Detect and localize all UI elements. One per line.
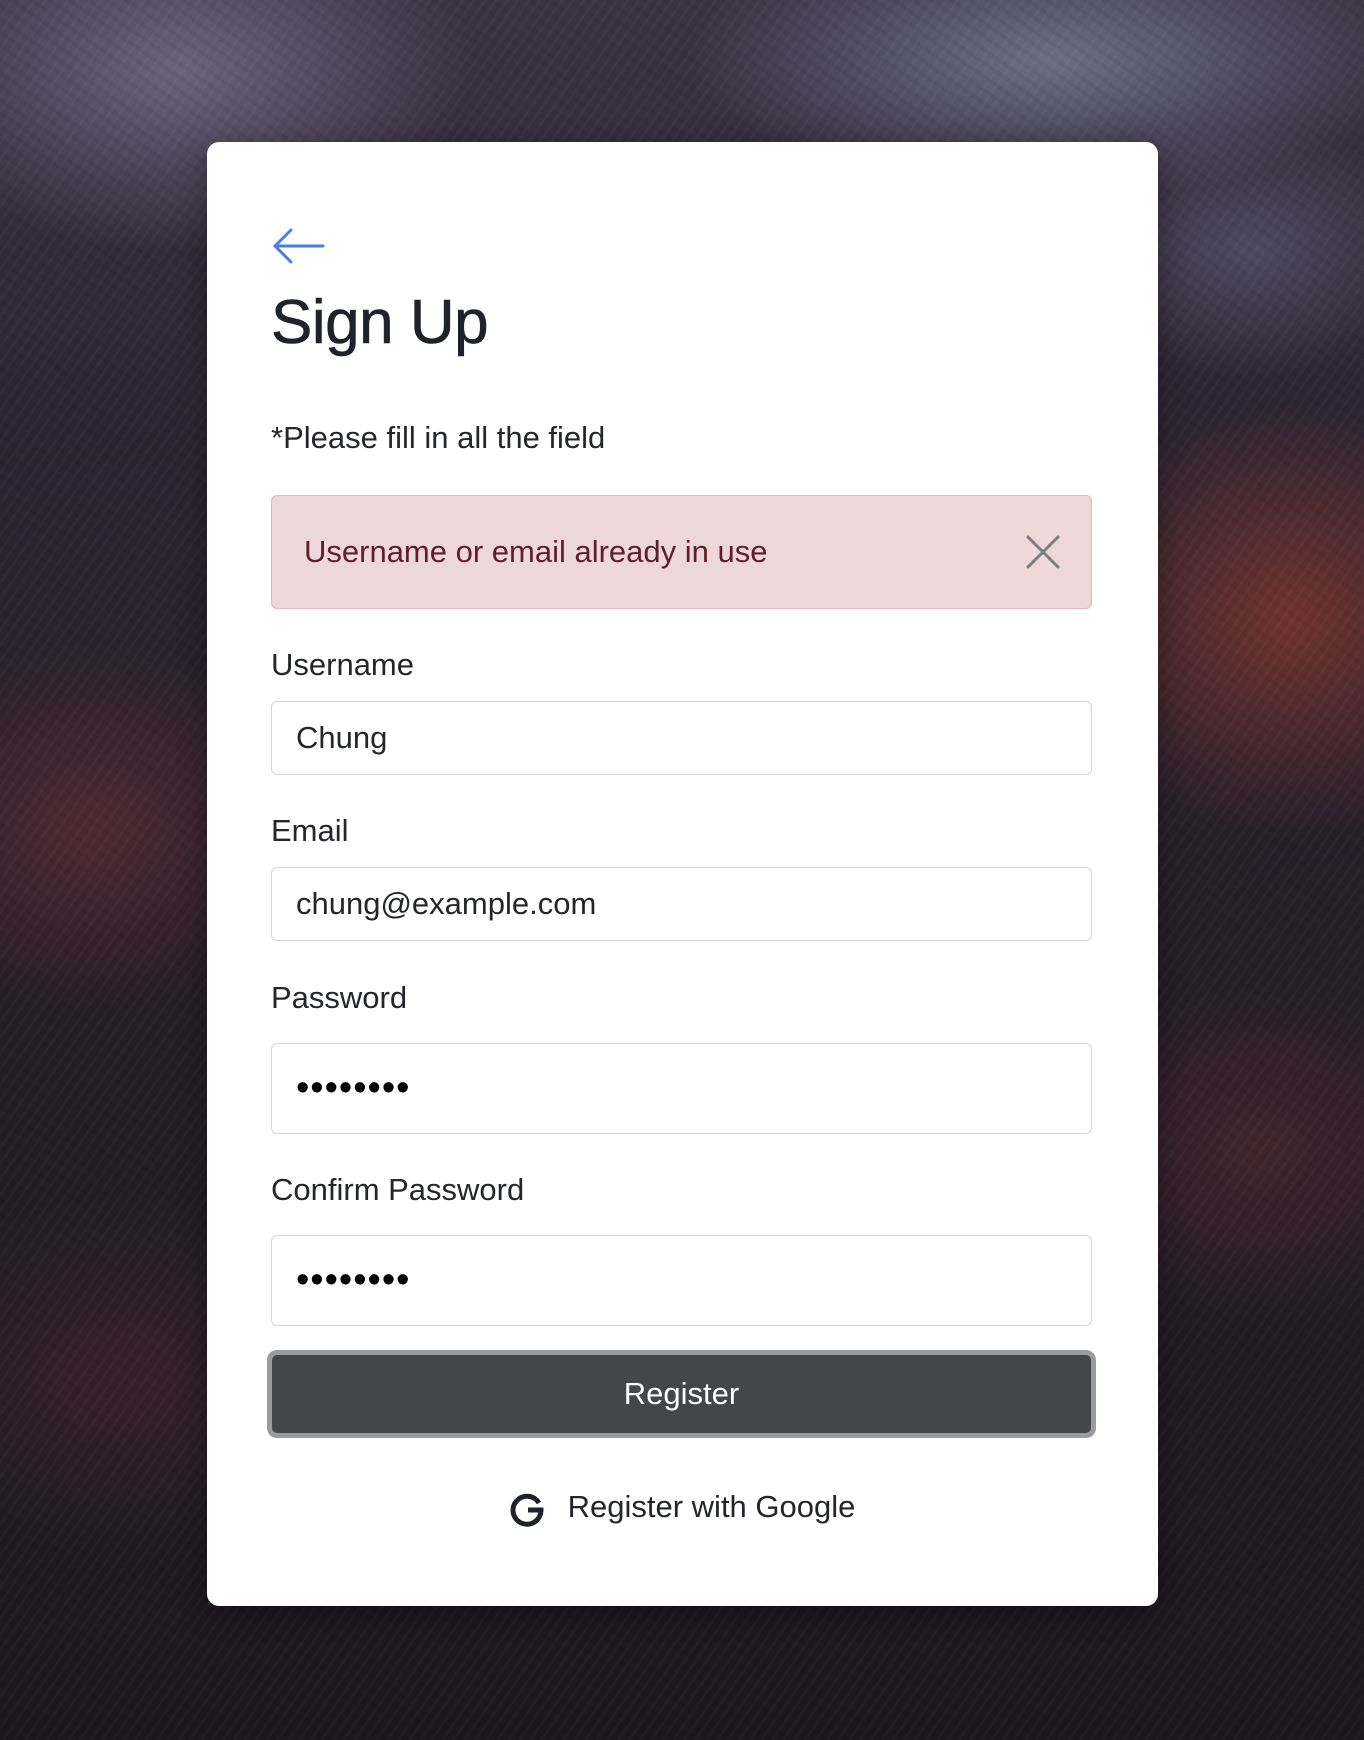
back-button[interactable]	[271, 224, 325, 268]
error-message: Username or email already in use	[304, 534, 768, 569]
email-label: Email	[271, 813, 349, 848]
signup-card: Sign Up *Please fill in all the field Us…	[207, 142, 1158, 1606]
username-label: Username	[271, 647, 414, 682]
arrow-left-icon	[273, 228, 325, 264]
google-g-icon	[510, 1493, 544, 1527]
password-input[interactable]	[271, 1043, 1092, 1134]
register-with-google-button[interactable]: Register with Google	[207, 1482, 1158, 1532]
register-button[interactable]: Register	[267, 1350, 1096, 1438]
email-input[interactable]	[271, 867, 1092, 941]
confirm-password-input[interactable]	[271, 1235, 1092, 1326]
alert-close-button[interactable]	[1025, 534, 1061, 570]
username-input[interactable]	[271, 701, 1092, 775]
password-label: Password	[271, 980, 408, 1015]
confirm-password-label: Confirm Password	[271, 1172, 525, 1207]
page-title: Sign Up	[271, 288, 489, 358]
close-icon	[1026, 535, 1060, 569]
error-alert: Username or email already in use	[271, 495, 1092, 609]
google-button-label: Register with Google	[567, 1489, 856, 1524]
required-note: *Please fill in all the field	[271, 420, 606, 455]
